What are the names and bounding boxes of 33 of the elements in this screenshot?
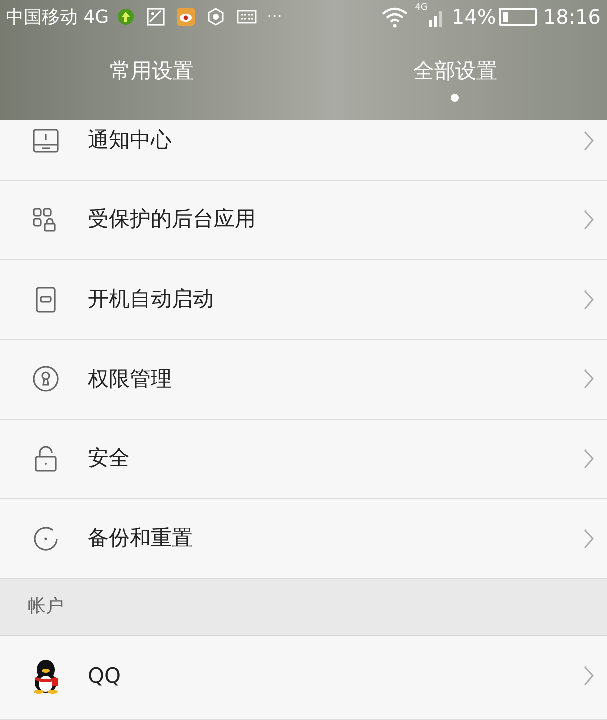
upload-icon [117, 8, 136, 26]
battery-icon [499, 8, 538, 26]
row-label: 安全 [88, 445, 131, 472]
settings-row[interactable]: 安全 [0, 420, 607, 500]
row-label: 通知中心 [88, 127, 173, 154]
chevron-right-icon [583, 448, 595, 470]
keyboard-icon [237, 10, 258, 24]
hexagon-icon [207, 8, 226, 26]
settings-row[interactable]: 受保护的后台应用 [0, 180, 607, 260]
clock-label: 18:16 [543, 4, 601, 31]
keyhole-icon [32, 365, 60, 394]
eye-app-icon [177, 8, 196, 26]
chevron-right-icon [583, 368, 595, 390]
network-type-label: 4G [415, 2, 428, 15]
row-label: 权限管理 [88, 366, 173, 393]
chevron-right-icon [583, 130, 595, 152]
monitor-info-icon [32, 128, 60, 154]
row-label: 备份和重置 [88, 524, 194, 552]
carrier-label: 中国移动 4G [6, 6, 110, 30]
more-indicator: ··· [267, 6, 282, 28]
battery-percent: 14% [452, 4, 496, 31]
unlocked-padlock-icon [32, 445, 60, 473]
chevron-right-icon [583, 288, 595, 311]
wifi-icon [381, 6, 410, 28]
chevron-right-icon [583, 528, 595, 550]
section-title: 帐户 [28, 595, 64, 620]
chevron-right-icon [583, 665, 595, 688]
row-label: QQ [88, 662, 122, 690]
restore-icon [32, 524, 60, 553]
image-icon [147, 8, 166, 26]
row-label: 受保护的后台应用 [88, 206, 257, 234]
chevron-right-icon [583, 209, 595, 232]
row-label: 开机自动启动 [88, 286, 215, 313]
